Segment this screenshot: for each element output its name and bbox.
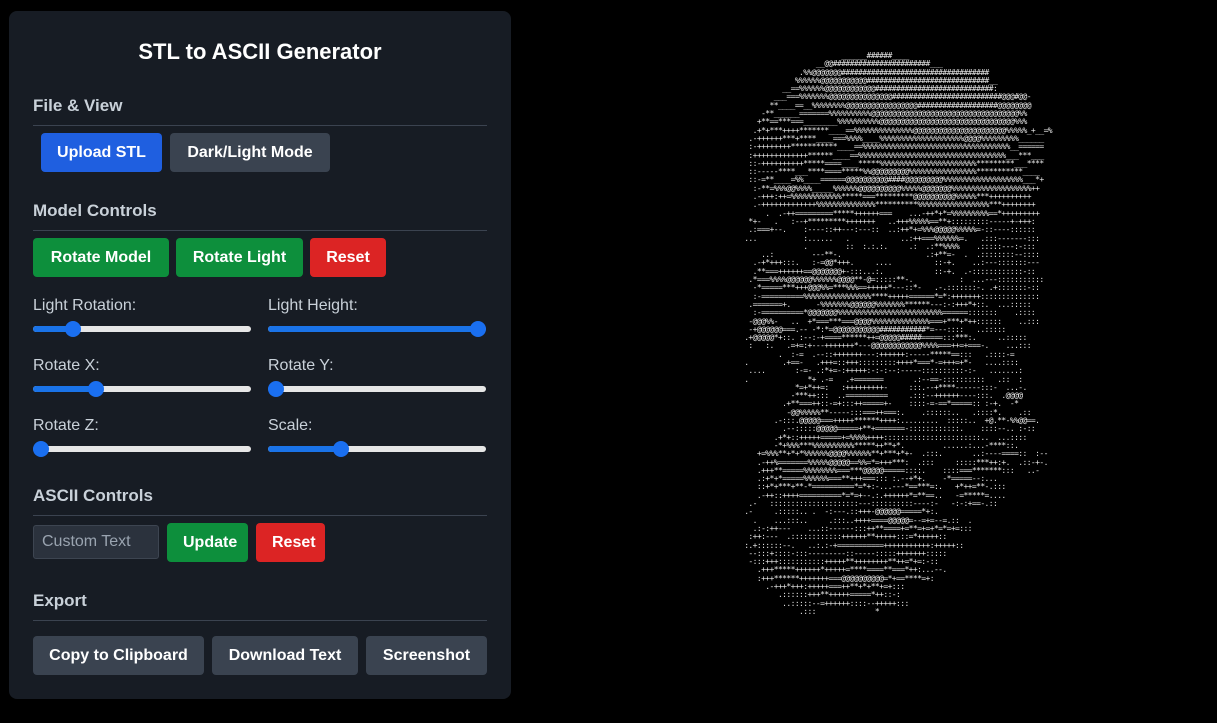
slider-thumb[interactable]	[65, 321, 82, 337]
custom-text-input[interactable]	[33, 525, 159, 559]
slider-thumb[interactable]	[332, 441, 349, 457]
rotate-y-label: Rotate Y:	[268, 357, 334, 374]
dark-light-mode-button[interactable]: Dark/Light Mode	[170, 133, 330, 172]
rotate-x-slider[interactable]	[33, 381, 251, 397]
app-title: STL to ASCII Generator	[138, 39, 382, 64]
light-height-label: Light Height:	[268, 297, 358, 314]
upload-stl-button[interactable]: Upload STL	[41, 133, 162, 172]
copy-to-clipboard-button[interactable]: Copy to Clipboard	[33, 636, 204, 675]
control-panel: STL to ASCII Generator File & View Uploa…	[9, 11, 511, 699]
slider-thumb[interactable]	[33, 441, 49, 457]
scale-label: Scale:	[268, 417, 313, 434]
rotate-x-label: Rotate X:	[33, 357, 100, 374]
rotate-light-button[interactable]: Rotate Light	[176, 238, 303, 277]
slider-thumb[interactable]	[87, 381, 104, 397]
light-rotation-slider[interactable]	[33, 321, 251, 337]
section-title-file-view: File & View	[33, 96, 487, 126]
slider-thumb[interactable]	[268, 381, 284, 397]
reset-model-button[interactable]: Reset	[310, 238, 386, 277]
section-title-export: Export	[33, 591, 487, 621]
rotate-z-slider[interactable]	[33, 441, 251, 457]
light-rotation-label: Light Rotation:	[33, 297, 137, 314]
light-height-slider[interactable]	[268, 321, 486, 337]
scale-slider[interactable]	[268, 441, 486, 457]
slider-thumb[interactable]	[470, 321, 486, 337]
ascii-art-output: ______######____ __@@###################…	[744, 52, 1053, 616]
update-button[interactable]: Update	[167, 523, 248, 562]
rotate-y-slider[interactable]	[268, 381, 486, 397]
screenshot-button[interactable]: Screenshot	[366, 636, 487, 675]
rotate-model-button[interactable]: Rotate Model	[33, 238, 169, 277]
download-text-button[interactable]: Download Text	[212, 636, 358, 675]
section-title-ascii-controls: ASCII Controls	[33, 486, 487, 516]
reset-ascii-button[interactable]: Reset	[256, 523, 325, 562]
rotate-z-label: Rotate Z:	[33, 417, 99, 434]
section-title-model-controls: Model Controls	[33, 201, 487, 231]
